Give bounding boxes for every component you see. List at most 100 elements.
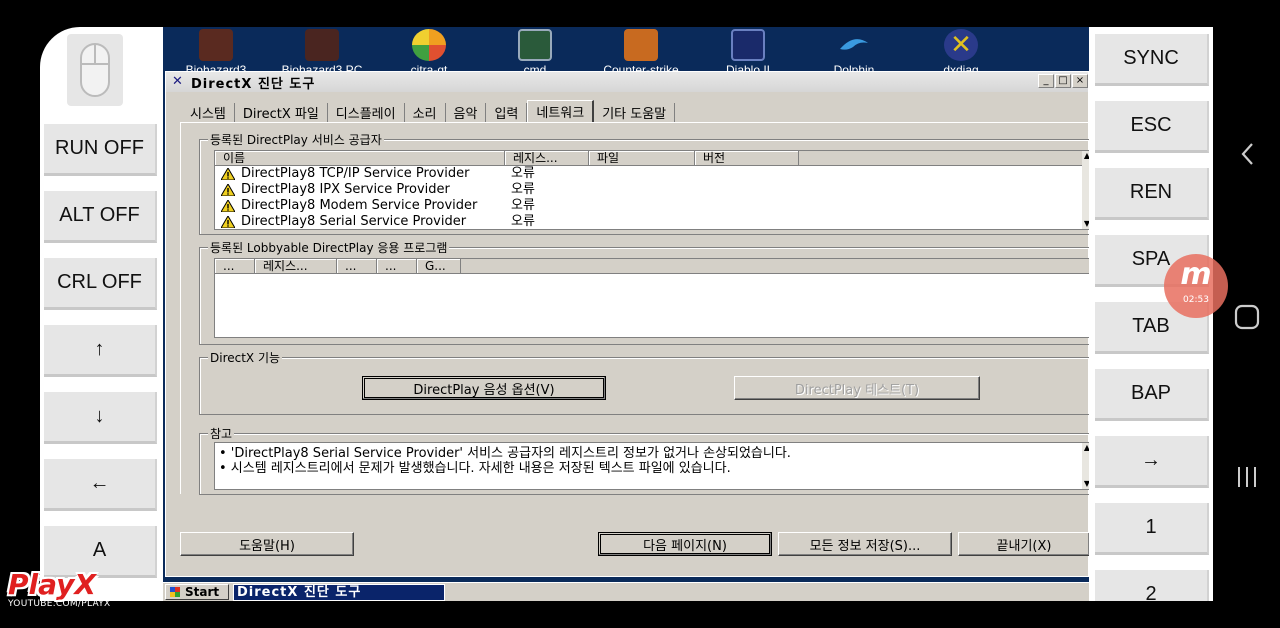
desktop-icon-diablo-ii[interactable]: Diablo II: [698, 29, 798, 77]
help-button[interactable]: 도움말(H): [180, 532, 354, 556]
dolphin-icon: [837, 29, 871, 61]
lobbyable-apps-title: 등록된 Lobbyable DirectPlay 응용 프로그램: [208, 239, 450, 256]
desktop-icon-cmd[interactable]: cmd: [485, 29, 585, 77]
notes-text-area[interactable]: • 'DirectPlay8 Serial Service Provider' …: [214, 442, 1089, 490]
directplay-test-button[interactable]: DirectPlay 테스트(T): [734, 376, 980, 400]
recents-nav-icon[interactable]: [1213, 465, 1280, 489]
screen-recorder-badge[interactable]: m 02:53: [1164, 254, 1228, 318]
tab-input[interactable]: 입력: [486, 103, 528, 122]
list-item[interactable]: DirectPlay8 Modem Service Provider 오류: [215, 198, 1089, 214]
ctrl-toggle-button[interactable]: CRL OFF: [44, 258, 157, 310]
arrow-down-button[interactable]: ↓: [44, 392, 157, 444]
esc-button[interactable]: ESC: [1095, 101, 1209, 153]
lobbyable-apps-group: 등록된 Lobbyable DirectPlay 응용 프로그램 ... 레지스…: [199, 239, 1089, 345]
key-1-button[interactable]: 1: [1095, 503, 1209, 555]
citra-icon: [412, 29, 446, 61]
desktop-icon-dxdiag[interactable]: ✕ dxdiag: [911, 29, 1011, 77]
next-page-button[interactable]: 다음 페이지(N): [598, 532, 772, 556]
providers-scrollbar[interactable]: ▲ ▼: [1082, 151, 1089, 229]
minimize-button[interactable]: _: [1038, 74, 1054, 88]
close-button[interactable]: ×: [1072, 74, 1088, 88]
android-nav-bar: [1213, 0, 1280, 628]
scroll-up-icon[interactable]: ▲: [1082, 443, 1089, 453]
alt-toggle-button[interactable]: ALT OFF: [44, 191, 157, 243]
warning-icon: [221, 184, 235, 196]
window-title-bar[interactable]: ✕ DirectX 진단 도구 _ □ ×: [166, 72, 1088, 92]
column-registry[interactable]: 레지스...: [505, 151, 589, 165]
column-4[interactable]: ...: [377, 259, 417, 273]
recorder-logo-icon: m: [1180, 257, 1212, 292]
column-registry[interactable]: 레지스...: [255, 259, 337, 273]
diablo-icon: [731, 29, 765, 61]
provider-name: DirectPlay8 TCP/IP Service Provider: [241, 166, 470, 181]
provider-name: DirectPlay8 Serial Service Provider: [241, 214, 467, 229]
notes-group: 참고 • 'DirectPlay8 Serial Service Provide…: [199, 425, 1089, 495]
service-providers-list[interactable]: 이름 레지스... 파일 버전 DirectPlay8 TCP/IP Servi…: [214, 150, 1089, 230]
biohazard3-icon: [199, 29, 233, 61]
record-time: 02:53: [1183, 295, 1209, 305]
list-item[interactable]: DirectPlay8 IPX Service Provider 오류: [215, 182, 1089, 198]
provider-name: DirectPlay8 Modem Service Provider: [241, 198, 478, 213]
tab-music[interactable]: 음악: [446, 103, 487, 122]
column-3[interactable]: ...: [337, 259, 377, 273]
home-nav-icon[interactable]: [1213, 304, 1280, 330]
desktop-icon-biohazard3[interactable]: Biohazard3: [166, 29, 266, 77]
scroll-up-icon[interactable]: ▲: [1082, 151, 1089, 161]
scroll-down-icon[interactable]: ▼: [1082, 479, 1089, 489]
exit-button[interactable]: 끝내기(X): [958, 532, 1089, 556]
column-file[interactable]: 파일: [589, 151, 695, 165]
desktop-icon-dolphin[interactable]: Dolphin: [804, 29, 904, 77]
ren-button[interactable]: REN: [1095, 168, 1209, 220]
playx-url: YOUTUBE.COM/PLAYX: [8, 599, 111, 609]
lobbyable-apps-header: ... 레지스... ... ... G...: [215, 259, 1089, 274]
left-control-panel: RUN OFF ALT OFF CRL OFF ↑ ↓ ← A: [40, 27, 163, 601]
mouse-toggle[interactable]: [67, 34, 123, 106]
counter-strike-icon: [624, 29, 658, 61]
provider-status: 오류: [511, 182, 535, 197]
directplay-voice-options-button[interactable]: DirectPlay 음성 옵션(V): [362, 376, 606, 400]
tab-sound[interactable]: 소리: [405, 103, 446, 122]
provider-status: 오류: [511, 198, 535, 213]
list-item[interactable]: DirectPlay8 TCP/IP Service Provider 오류: [215, 166, 1089, 182]
lobbyable-apps-list[interactable]: ... 레지스... ... ... G...: [214, 258, 1089, 338]
desktop-icon-biohazard3-pc[interactable]: Biohazard3 PC: [272, 29, 372, 77]
list-item[interactable]: DirectPlay8 Serial Service Provider 오류: [215, 214, 1089, 230]
taskbar-item-directx[interactable]: DirectX 진단 도구: [233, 584, 445, 601]
tab-network[interactable]: 네트워크: [527, 100, 595, 122]
notes-scrollbar[interactable]: ▲ ▼: [1082, 443, 1089, 489]
column-5[interactable]: G...: [417, 259, 461, 273]
column-1[interactable]: ...: [215, 259, 255, 273]
scroll-down-icon[interactable]: ▼: [1082, 219, 1089, 229]
tab-system[interactable]: 시스템: [182, 103, 235, 122]
run-toggle-button[interactable]: RUN OFF: [44, 124, 157, 176]
sync-button[interactable]: SYNC: [1095, 34, 1209, 86]
arrow-right-button[interactable]: →: [1095, 436, 1209, 488]
warning-icon: [221, 216, 235, 228]
tab-strip: 시스템 DirectX 파일 디스플레이 소리 음악 입력 네트워크 기타 도움…: [182, 100, 676, 122]
back-nav-icon[interactable]: [1213, 142, 1280, 166]
arrow-left-button[interactable]: ←: [44, 459, 157, 511]
cmd-icon: [518, 29, 552, 61]
maximize-button[interactable]: □: [1055, 74, 1071, 88]
key-2-button[interactable]: 2: [1095, 570, 1209, 601]
service-providers-header: 이름 레지스... 파일 버전: [215, 151, 1089, 166]
directx-diagnostic-window: ✕ DirectX 진단 도구 _ □ × 시스템 DirectX 파일 디스플…: [165, 71, 1089, 577]
desktop-icon-row: Biohazard3 Biohazard3 PC citra-qt cmd Co…: [163, 27, 1089, 77]
save-all-info-button[interactable]: 모든 정보 저장(S)...: [778, 532, 952, 556]
tab-directx-files[interactable]: DirectX 파일: [235, 103, 328, 122]
tab-more-help[interactable]: 기타 도움말: [594, 103, 676, 122]
tab-display[interactable]: 디스플레이: [328, 103, 405, 122]
column-version[interactable]: 버전: [695, 151, 799, 165]
windows-desktop: Biohazard3 Biohazard3 PC citra-qt cmd Co…: [163, 27, 1089, 601]
directx-features-group: DirectX 기능 DirectPlay 음성 옵션(V) DirectPla…: [199, 349, 1089, 415]
bap-button[interactable]: BAP: [1095, 369, 1209, 421]
directx-features-title: DirectX 기능: [208, 349, 283, 366]
notes-title: 참고: [208, 425, 235, 442]
playx-watermark: PlayX YOUTUBE.COM/PLAYX: [8, 570, 123, 610]
window-controls: _ □ ×: [1038, 74, 1088, 88]
desktop-icon-citra-qt[interactable]: citra-qt: [379, 29, 479, 77]
start-button[interactable]: Start: [165, 584, 229, 600]
arrow-up-button[interactable]: ↑: [44, 325, 157, 377]
desktop-icon-counter-strike[interactable]: Counter-strike: [591, 29, 691, 77]
column-name[interactable]: 이름: [215, 151, 505, 165]
